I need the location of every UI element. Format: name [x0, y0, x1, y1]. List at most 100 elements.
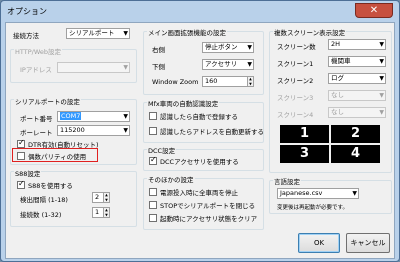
chevron-down-icon: ▼	[379, 92, 384, 99]
highlight-box	[12, 148, 98, 162]
screen3-value: なし	[331, 91, 344, 99]
right-side-value: 停止ボタン	[205, 43, 238, 51]
s88-group-title: S88設定	[14, 168, 42, 178]
screen2-label: スクリーン2	[277, 77, 314, 85]
screen3-select[interactable]: なし ▼	[328, 90, 386, 101]
connection-label: 接続方法	[13, 32, 39, 40]
mfx-group	[143, 102, 264, 143]
s88-use-checkbox[interactable]: S88を使用する	[17, 179, 73, 190]
dtr-label: DTR有効(自動リセット)	[28, 140, 99, 149]
chevron-down-icon: ▼	[247, 61, 252, 68]
screen3-label: スクリーン3	[277, 94, 314, 102]
screen-preview-2: 2	[331, 125, 380, 143]
cancel-button[interactable]: キャンセル	[346, 233, 390, 253]
dtr-checkbox[interactable]: DTR有効(自動リセット)	[17, 138, 99, 149]
zoom-input[interactable]: 160	[202, 76, 248, 87]
interval-label: 検出間隔 (1-18)	[20, 196, 68, 204]
port-label: ポート番号	[20, 115, 53, 123]
screen1-label: スクリーン1	[277, 60, 314, 68]
other-item3-label: 起動時にアクセサリ状態をクリア	[160, 214, 258, 223]
count-spinner[interactable]: ▲ ▼	[104, 207, 110, 218]
count-value: 1	[95, 208, 100, 216]
baud-value: 115200	[60, 126, 85, 134]
port-value: COM7	[60, 112, 82, 120]
port-select[interactable]: COM7 ▼	[57, 111, 130, 122]
other-group-title: そのほかの設定	[147, 174, 195, 184]
ip-label: IPアドレス	[20, 66, 52, 74]
ok-button[interactable]: OK	[298, 233, 340, 253]
zoom-label: Window Zoom	[152, 78, 199, 86]
screen-count-label: スクリーン数	[277, 43, 316, 51]
screen4-value: なし	[331, 108, 344, 116]
serial-group-title: シリアルポートの設定	[14, 96, 81, 106]
screen1-select[interactable]: 機関車 ▼	[328, 56, 386, 67]
screen4-label: スクリーン4	[277, 111, 314, 119]
main-screen-group-title: メイン画面拡張機能の設定	[147, 27, 227, 37]
interval-input[interactable]: 2	[92, 192, 104, 203]
close-button[interactable]: ✕	[355, 3, 393, 18]
mfx-auto-update-label: 認識したらアドレスを自動更新する	[160, 127, 264, 136]
other-item2-label: STOPでシリアルポートを閉じる	[160, 201, 256, 210]
language-group-title: 言語設定	[273, 176, 301, 186]
chevron-down-icon: ▼	[379, 41, 384, 48]
bottom-side-label: 下側	[152, 63, 165, 71]
window-title: オプション	[7, 7, 47, 16]
checkbox-icon	[149, 187, 157, 196]
chevron-down-icon: ▼	[379, 75, 384, 82]
screen2-select[interactable]: ログ ▼	[328, 73, 386, 84]
checkbox-checked-icon	[17, 138, 25, 148]
screen4-select[interactable]: なし ▼	[328, 107, 386, 118]
mfx-group-title: Mfx車両の自動認識設定	[147, 98, 220, 108]
dialog-body: 接続方法 シリアルポート ▼ HTTP/Web設定 IPアドレス ▼ シリアルポー…	[5, 22, 395, 259]
baud-select[interactable]: 115200 ▼	[57, 125, 130, 136]
checkbox-icon	[149, 126, 157, 135]
mfx-auto-register-checkbox[interactable]: 認識したら自動で登録する	[149, 111, 238, 121]
other-item1-checkbox[interactable]: 電源投入時に全車両を停止	[149, 187, 238, 197]
interval-spinner[interactable]: ▲ ▼	[104, 192, 110, 203]
language-note: 変更後は再起動が必要です。	[277, 205, 348, 211]
s88-use-label: S88を使用する	[28, 181, 73, 190]
interval-value: 2	[95, 193, 100, 201]
options-dialog: オプション ✕ 接続方法 シリアルポート ▼ HTTP/Web設定 IPアドレス …	[0, 0, 400, 262]
other-item3-checkbox[interactable]: 起動時にアクセサリ状態をクリア	[149, 213, 258, 223]
zoom-spinner[interactable]: ▲ ▼	[248, 76, 254, 87]
language-select[interactable]: Japanese.csv ▼	[277, 188, 359, 199]
checkbox-icon	[149, 200, 157, 209]
dcc-use-checkbox[interactable]: DCCアクセサリを使用する	[149, 155, 239, 166]
screen-preview-1: 1	[280, 125, 329, 143]
chevron-down-icon: ▼	[123, 127, 128, 134]
mfx-auto-update-checkbox[interactable]: 認識したらアドレスを自動更新する	[149, 126, 264, 136]
right-side-label: 右側	[152, 46, 165, 54]
screen2-value: ログ	[331, 74, 344, 82]
right-side-select[interactable]: 停止ボタン ▼	[202, 42, 254, 53]
chevron-down-icon: ▼	[123, 113, 128, 120]
checkbox-icon	[149, 213, 157, 222]
checkbox-checked-icon	[149, 155, 157, 165]
connection-select[interactable]: シリアルポート ▼	[66, 28, 130, 39]
screen-preview-3: 3	[280, 145, 329, 163]
chevron-down-icon: ▼	[379, 109, 384, 116]
dcc-use-label: DCCアクセサリを使用する	[160, 157, 239, 166]
http-group-title: HTTP/Web設定	[14, 46, 62, 56]
connection-value: シリアルポート	[69, 29, 115, 37]
bottom-side-value: アクセサリ	[205, 60, 238, 68]
screen-preview-4: 4	[331, 145, 380, 163]
bottom-side-select[interactable]: アクセサリ ▼	[202, 59, 254, 70]
mfx-auto-register-label: 認識したら自動で登録する	[160, 112, 238, 121]
chevron-down-icon: ▼	[123, 30, 128, 37]
chevron-down-icon: ▼	[352, 190, 357, 197]
count-input[interactable]: 1	[92, 207, 104, 218]
other-item2-checkbox[interactable]: STOPでシリアルポートを閉じる	[149, 200, 256, 210]
chevron-down-icon: ▼	[247, 44, 252, 51]
other-item1-label: 電源投入時に全車両を停止	[160, 188, 238, 197]
title-bar[interactable]: オプション ✕	[1, 1, 399, 21]
checkbox-icon	[149, 111, 157, 120]
checkbox-checked-icon	[17, 179, 25, 189]
baud-label: ボーレート	[20, 129, 53, 137]
zoom-value: 160	[205, 77, 218, 85]
dcc-group-title: DCC設定	[147, 145, 177, 155]
screen-count-select[interactable]: 2H ▼	[328, 39, 386, 50]
chevron-down-icon: ▼	[379, 58, 384, 65]
ip-address-input[interactable]: ▼	[57, 62, 130, 73]
screen-count-value: 2H	[331, 40, 341, 48]
